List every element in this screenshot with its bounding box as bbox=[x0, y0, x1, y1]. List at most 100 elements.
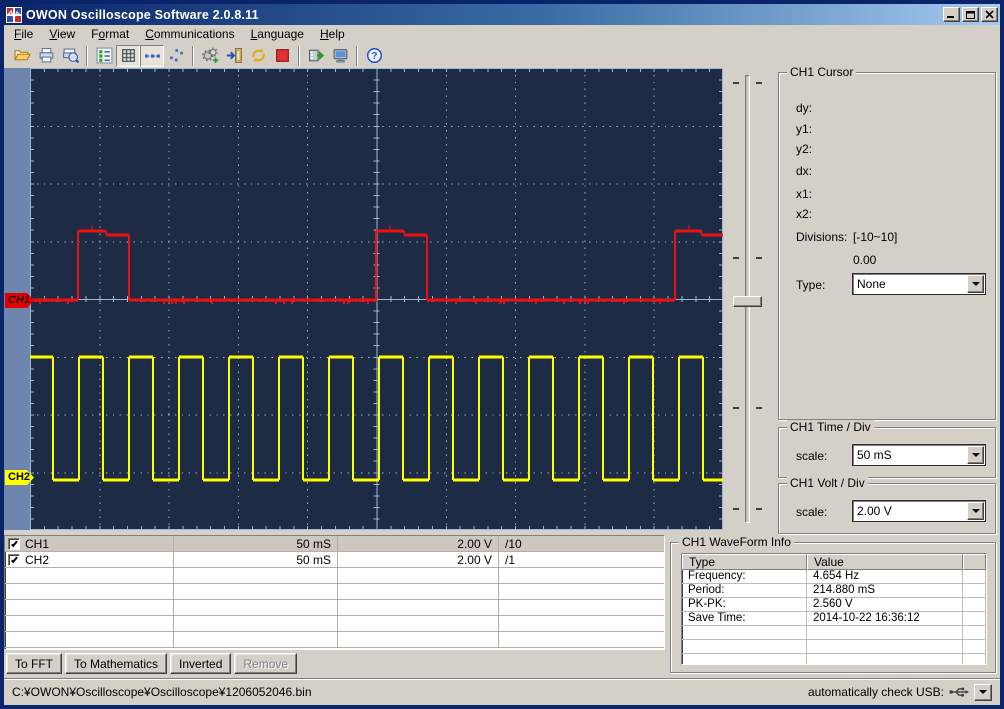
chevron-down-icon bbox=[979, 690, 987, 694]
channel-list-icon[interactable] bbox=[92, 45, 116, 67]
channel-row-ch2[interactable]: CH2 50 mS 2.00 V /1 bbox=[5, 552, 664, 568]
empty-row bbox=[682, 654, 986, 664]
menu-bar: File View Format Communications Language Help bbox=[4, 25, 1000, 43]
print-icon[interactable] bbox=[34, 45, 58, 67]
ch1-checkbox[interactable] bbox=[8, 537, 20, 550]
menu-help[interactable]: Help bbox=[312, 26, 353, 42]
empty-row bbox=[5, 568, 664, 584]
ch2-name: CH2 bbox=[25, 552, 50, 567]
empty-row bbox=[5, 584, 664, 600]
slider-thumb[interactable] bbox=[733, 296, 762, 307]
volt-scale-select[interactable]: 2.00 V bbox=[852, 500, 986, 522]
check-icon bbox=[10, 555, 18, 563]
time-scale-select[interactable]: 50 mS bbox=[852, 444, 986, 466]
usb-dropdown-button[interactable] bbox=[974, 683, 992, 701]
menu-communications[interactable]: Communications bbox=[137, 26, 242, 42]
info-row-savetime: Save Time: 2014-10-22 16:36:12 bbox=[682, 612, 986, 626]
app-window: OWON Oscilloscope Software 2.0.8.11 File… bbox=[0, 0, 1004, 709]
screen-icon[interactable] bbox=[328, 45, 352, 67]
info-row-period: Period: 214.880 mS bbox=[682, 584, 986, 598]
ch2-checkbox[interactable] bbox=[8, 553, 20, 566]
menu-format[interactable]: Format bbox=[83, 26, 137, 42]
channel-tag-strip: CH1 CH2 bbox=[4, 68, 34, 530]
cursor-dx-label: dx: bbox=[796, 164, 813, 178]
file-path: C:¥OWON¥Oscilloscope¥Oscilloscope¥120605… bbox=[12, 685, 312, 699]
print-preview-icon[interactable] bbox=[58, 45, 82, 67]
right-panel: CH1 Cursor dy: y1: y2: dx: x1: x2: Divis… bbox=[770, 65, 1000, 534]
dots-icon[interactable] bbox=[164, 45, 188, 67]
menu-language[interactable]: Language bbox=[243, 26, 312, 42]
toolbar-separator bbox=[356, 45, 358, 66]
channel-table: CH1 50 mS 2.00 V /10 CH2 50 mS 2.00 V /1 bbox=[4, 535, 665, 650]
toolbar-separator bbox=[192, 45, 194, 66]
scope-display[interactable] bbox=[30, 68, 723, 530]
stop-icon[interactable] bbox=[270, 45, 294, 67]
grid-icon[interactable] bbox=[116, 44, 140, 67]
slider-tick bbox=[733, 257, 739, 259]
ch1-trace-tag[interactable]: CH1 bbox=[5, 293, 34, 308]
ch2-timebase: 50 mS bbox=[174, 552, 338, 567]
waveform-info-title: CH1 WaveForm Info bbox=[679, 535, 794, 549]
ch1-probe: /10 bbox=[505, 536, 522, 551]
cursor-x2-label: x2: bbox=[796, 207, 813, 221]
menu-file[interactable]: File bbox=[6, 26, 41, 42]
close-button[interactable] bbox=[981, 7, 998, 22]
to-fft-button[interactable]: To FFT bbox=[6, 653, 62, 674]
status-bar: C:¥OWON¥Oscilloscope¥Oscilloscope¥120605… bbox=[4, 678, 1000, 705]
toolbar-separator bbox=[298, 45, 300, 66]
waveform-info-group: CH1 WaveForm Info Type Value Frequency: 4… bbox=[670, 535, 996, 673]
slider-tick bbox=[733, 407, 739, 409]
usb-status-label: automatically check USB: bbox=[807, 685, 944, 699]
chevron-down-icon bbox=[971, 453, 980, 457]
to-mathematics-button[interactable]: To Mathematics bbox=[65, 653, 168, 674]
menu-view[interactable]: View bbox=[41, 26, 83, 42]
chevron-down-icon bbox=[971, 282, 980, 286]
waveform-info-panel: CH1 WaveForm Info Type Value Frequency: 4… bbox=[668, 535, 998, 675]
info-col-type: Type bbox=[682, 554, 807, 570]
ch1-volt-div-title: CH1 Volt / Div bbox=[787, 476, 868, 490]
remove-button: Remove bbox=[234, 653, 298, 674]
cursor-y2-label: y2: bbox=[796, 142, 813, 156]
dotted-line-icon[interactable] bbox=[140, 44, 164, 67]
time-scale-dropdown-button[interactable] bbox=[967, 446, 984, 464]
ch2-trace-tag[interactable]: CH2 bbox=[5, 470, 34, 485]
empty-row bbox=[682, 640, 986, 654]
ch1-cursor-group: CH1 Cursor dy: y1: y2: dx: x1: x2: Divis… bbox=[778, 65, 996, 420]
gears-icon[interactable] bbox=[198, 45, 222, 67]
ch1-timebase: 50 mS bbox=[174, 536, 338, 551]
slider-tick bbox=[733, 508, 739, 510]
time-scale-value: 50 mS bbox=[857, 448, 892, 462]
refresh-icon[interactable] bbox=[246, 45, 270, 67]
import-icon[interactable] bbox=[222, 45, 246, 67]
info-col-value: Value bbox=[807, 554, 963, 570]
channel-row-ch1[interactable]: CH1 50 mS 2.00 V /10 bbox=[5, 536, 664, 552]
title-bar: OWON Oscilloscope Software 2.0.8.11 bbox=[4, 4, 1000, 25]
export-video-icon[interactable] bbox=[304, 45, 328, 67]
cursor-type-dropdown-button[interactable] bbox=[967, 275, 984, 293]
vertical-slider-panel bbox=[723, 68, 770, 530]
info-header-row: Type Value bbox=[682, 554, 986, 570]
app-icon bbox=[6, 6, 22, 23]
inverted-button[interactable]: Inverted bbox=[170, 653, 232, 674]
info-row-pkpk: PK-PK: 2.560 V bbox=[682, 598, 986, 612]
volt-scale-value: 2.00 V bbox=[857, 504, 892, 518]
ch1-volt-div-group: CH1 Volt / Div scale: 2.00 V bbox=[778, 476, 996, 534]
open-folder-icon[interactable] bbox=[10, 45, 34, 67]
cursor-type-value: None bbox=[857, 277, 886, 291]
cursor-type-select[interactable]: None bbox=[852, 273, 986, 295]
empty-row bbox=[5, 600, 664, 616]
ch1-time-div-title: CH1 Time / Div bbox=[787, 420, 874, 434]
maximize-button[interactable] bbox=[962, 7, 979, 22]
slider-tick bbox=[756, 257, 762, 259]
waveform-info-table: Type Value Frequency: 4.654 Hz Period: 214… bbox=[681, 553, 987, 665]
cursor-x1-label: x1: bbox=[796, 187, 813, 201]
time-scale-label: scale: bbox=[796, 449, 828, 463]
toolbar-separator bbox=[86, 45, 88, 66]
slider-tick bbox=[733, 82, 739, 84]
help-icon[interactable]: ? bbox=[362, 45, 386, 67]
volt-scale-dropdown-button[interactable] bbox=[967, 502, 984, 520]
minimize-button[interactable] bbox=[943, 7, 960, 22]
ch2-probe: /1 bbox=[505, 552, 516, 567]
slider-tick bbox=[756, 82, 762, 84]
slider-tick bbox=[756, 508, 762, 510]
